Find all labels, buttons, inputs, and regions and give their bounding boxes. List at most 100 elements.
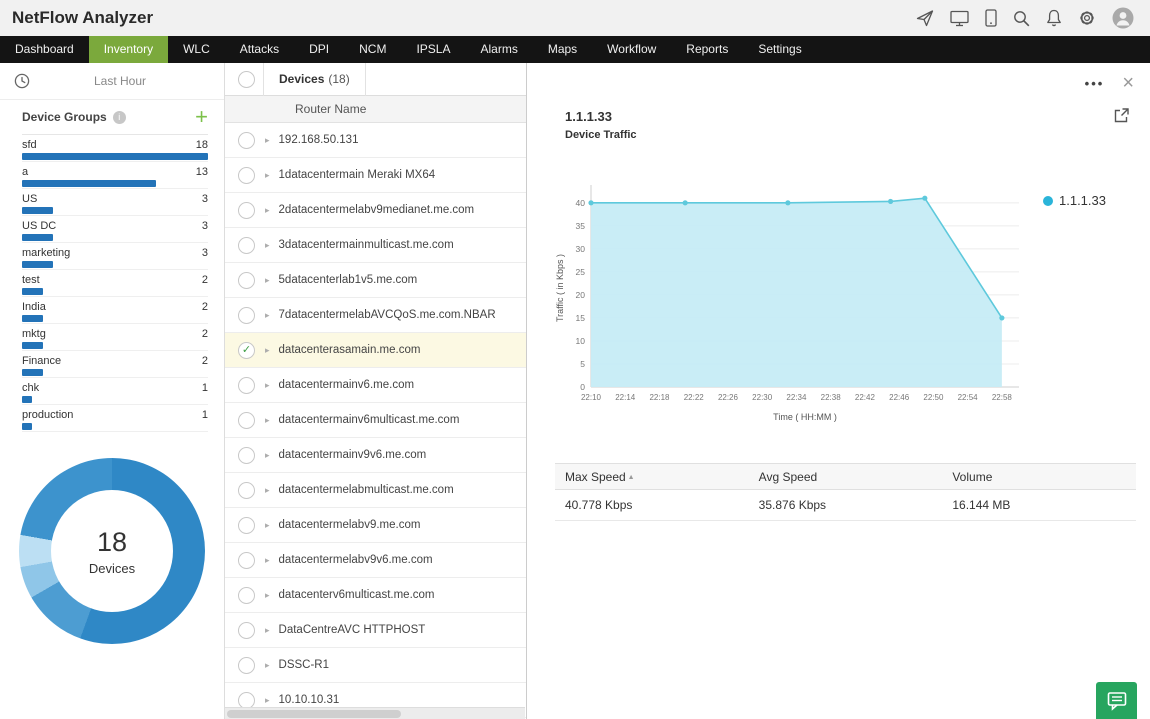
devices-tab[interactable]: Devices (18) [263, 62, 366, 96]
notifications-bell-icon[interactable] [1046, 9, 1062, 27]
device-name: datacentermelabmulticast.me.com [278, 484, 454, 496]
nav-item-dpi[interactable]: DPI [294, 36, 344, 63]
expand-chevron-icon[interactable]: ▸ [265, 590, 270, 601]
expand-chevron-icon[interactable]: ▸ [265, 310, 270, 321]
device-checkbox[interactable] [238, 691, 255, 709]
expand-chevron-icon[interactable]: ▸ [265, 275, 270, 286]
device-checkbox[interactable] [238, 551, 255, 569]
expand-chevron-icon[interactable]: ▸ [265, 450, 270, 461]
mobile-icon[interactable] [985, 9, 997, 27]
expand-chevron-icon[interactable]: ▸ [265, 415, 270, 426]
device-checkbox[interactable] [238, 481, 255, 499]
device-group-item[interactable]: chk 1 [22, 378, 208, 405]
search-icon[interactable] [1013, 10, 1030, 27]
device-row[interactable]: ▸ datacentermainv6.me.com [225, 368, 526, 403]
table-header-max-speed[interactable]: Max Speed ▲ [555, 470, 749, 484]
device-group-item[interactable]: US DC 3 [22, 216, 208, 243]
device-checkbox[interactable] [238, 306, 255, 324]
device-row[interactable]: ✓ ▸ datacenterasamain.me.com [225, 333, 526, 368]
device-group-item[interactable]: a 13 [22, 162, 208, 189]
device-checkbox[interactable] [238, 236, 255, 254]
device-checkbox-checked[interactable]: ✓ [238, 341, 255, 359]
device-checkbox[interactable] [238, 446, 255, 464]
expand-chevron-icon[interactable]: ▸ [265, 555, 270, 566]
nav-item-wlc[interactable]: WLC [168, 36, 225, 63]
external-link-icon[interactable] [1113, 107, 1130, 124]
device-group-item[interactable]: production 1 [22, 405, 208, 432]
device-row[interactable]: ▸ datacentermelabv9.me.com [225, 508, 526, 543]
group-bar [22, 342, 43, 349]
device-checkbox[interactable] [238, 201, 255, 219]
device-group-item[interactable]: sfd 18 [22, 135, 208, 162]
device-row[interactable]: ▸ datacentermainv9v6.me.com [225, 438, 526, 473]
donut-ring[interactable]: 18 Devices [19, 458, 205, 644]
device-group-item[interactable]: mktg 2 [22, 324, 208, 351]
horizontal-scrollbar[interactable] [225, 707, 525, 719]
device-row[interactable]: ▸ DSSC-R1 [225, 648, 526, 683]
device-checkbox[interactable] [238, 586, 255, 604]
nav-item-maps[interactable]: Maps [533, 36, 592, 63]
device-group-item[interactable]: Finance 2 [22, 351, 208, 378]
nav-item-attacks[interactable]: Attacks [225, 36, 294, 63]
table-header-volume[interactable]: Volume [942, 470, 1136, 484]
expand-chevron-icon[interactable]: ▸ [265, 170, 270, 181]
device-checkbox[interactable] [238, 411, 255, 429]
expand-chevron-icon[interactable]: ▸ [265, 660, 270, 671]
settings-gear-icon[interactable] [1078, 9, 1096, 27]
device-group-item[interactable]: marketing 3 [22, 243, 208, 270]
device-row[interactable]: ▸ 192.168.50.131 [225, 123, 526, 158]
nav-item-ipsla[interactable]: IPSLA [401, 36, 465, 63]
send-icon[interactable] [916, 9, 934, 27]
table-cell: 35.876 Kbps [758, 498, 827, 512]
expand-chevron-icon[interactable]: ▸ [265, 135, 270, 146]
device-checkbox[interactable] [238, 516, 255, 534]
device-row[interactable]: ▸ 3datacentermainmulticast.me.com [225, 228, 526, 263]
expand-chevron-icon[interactable]: ▸ [265, 625, 270, 636]
device-row[interactable]: ▸ datacenterv6multicast.me.com [225, 578, 526, 613]
info-icon[interactable]: i [112, 110, 126, 124]
table-header-avg-speed[interactable]: Avg Speed [749, 470, 943, 484]
select-all-checkbox[interactable] [238, 70, 255, 88]
nav-item-dashboard[interactable]: Dashboard [0, 36, 89, 63]
chart-legend[interactable]: 1.1.1.33 [1043, 175, 1106, 427]
time-filter[interactable]: Last Hour [0, 63, 224, 100]
group-name: marketing [22, 247, 71, 259]
device-group-item[interactable]: test 2 [22, 270, 208, 297]
device-row[interactable]: ▸ 7datacentermelabAVCQoS.me.com.NBAR [225, 298, 526, 333]
device-checkbox[interactable] [238, 166, 255, 184]
device-checkbox[interactable] [238, 376, 255, 394]
device-row[interactable]: ▸ 1datacentermain Meraki MX64 [225, 158, 526, 193]
expand-chevron-icon[interactable]: ▸ [265, 345, 270, 356]
screen-share-icon[interactable] [950, 10, 969, 27]
device-checkbox[interactable] [238, 271, 255, 289]
nav-item-workflow[interactable]: Workflow [592, 36, 671, 63]
expand-chevron-icon[interactable]: ▸ [265, 380, 270, 391]
nav-item-ncm[interactable]: NCM [344, 36, 401, 63]
expand-chevron-icon[interactable]: ▸ [265, 485, 270, 496]
nav-item-settings[interactable]: Settings [743, 36, 816, 63]
device-checkbox[interactable] [238, 621, 255, 639]
device-checkbox[interactable] [238, 131, 255, 149]
nav-item-alarms[interactable]: Alarms [465, 36, 532, 63]
nav-item-inventory[interactable]: Inventory [88, 36, 169, 63]
device-row[interactable]: ▸ datacentermelabmulticast.me.com [225, 473, 526, 508]
device-checkbox[interactable] [238, 656, 255, 674]
expand-chevron-icon[interactable]: ▸ [265, 205, 270, 216]
expand-chevron-icon[interactable]: ▸ [265, 240, 270, 251]
device-row[interactable]: ▸ DataCentreAVC HTTPHOST [225, 613, 526, 648]
router-name-column-header[interactable]: Router Name [225, 96, 526, 123]
nav-item-reports[interactable]: Reports [671, 36, 743, 63]
device-row[interactable]: ▸ 2datacentermelabv9medianet.me.com [225, 193, 526, 228]
add-group-button[interactable]: + [195, 106, 208, 128]
chat-button[interactable] [1096, 682, 1137, 719]
device-row[interactable]: ▸ datacentermainv6multicast.me.com [225, 403, 526, 438]
device-row[interactable]: ▸ 5datacenterlab1v5.me.com [225, 263, 526, 298]
device-group-item[interactable]: US 3 [22, 189, 208, 216]
expand-chevron-icon[interactable]: ▸ [265, 695, 270, 706]
device-row[interactable]: ▸ datacentermelabv9v6.me.com [225, 543, 526, 578]
user-avatar[interactable] [1112, 7, 1134, 29]
group-bar [22, 153, 208, 160]
scrollbar-thumb[interactable] [227, 710, 401, 718]
expand-chevron-icon[interactable]: ▸ [265, 520, 270, 531]
device-group-item[interactable]: India 2 [22, 297, 208, 324]
